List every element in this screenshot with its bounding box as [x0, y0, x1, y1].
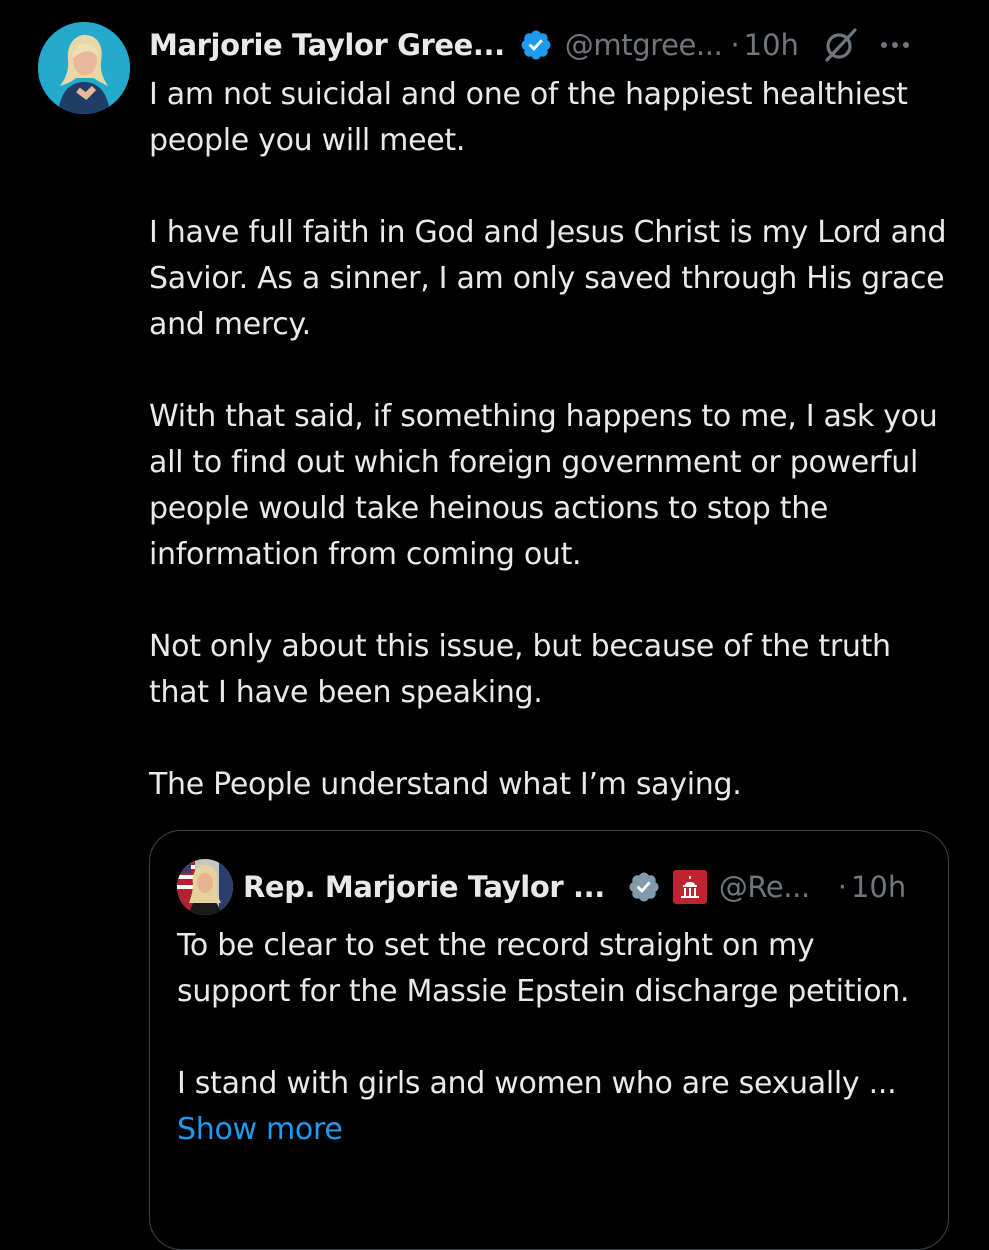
quoted-tweet-paragraph: I stand with girls and women who are sex… [177, 1066, 897, 1101]
quoted-tweet-text: To be clear to set the record straight o… [177, 923, 927, 1153]
tweet-timestamp[interactable]: 10h [744, 28, 799, 62]
tweet-paragraph: I am not suicidal and one of the happies… [149, 77, 908, 158]
show-more-link[interactable]: Show more [177, 1107, 927, 1153]
quoted-author-handle[interactable]: @Re... [719, 870, 810, 904]
quoted-tweet-card[interactable]: Rep. Marjorie Taylor ... @Re... · 10h To… [149, 830, 949, 1250]
tweet[interactable]: Marjorie Taylor Gree... @mtgree... · 10h… [0, 0, 989, 1250]
separator-dot: · [837, 870, 847, 904]
author-display-name[interactable]: Marjorie Taylor Gree... [149, 28, 505, 62]
tweet-header: Marjorie Taylor Gree... @mtgree... · 10h [149, 20, 969, 70]
more-options-icon[interactable] [877, 27, 913, 63]
quoted-author-display-name[interactable]: Rep. Marjorie Taylor ... [243, 870, 605, 904]
author-handle[interactable]: @mtgree... [565, 28, 723, 62]
tweet-paragraph: The People understand what I’m saying. [149, 767, 742, 802]
separator-dot: · [730, 28, 740, 62]
tweet-paragraph: With that said, if something happens to … [149, 399, 938, 572]
quoted-avatar-image [177, 859, 233, 915]
author-avatar[interactable] [38, 22, 130, 114]
quoted-tweet-paragraph: To be clear to set the record straight o… [177, 928, 910, 1009]
avatar-image [38, 22, 130, 114]
quoted-author-avatar[interactable] [177, 859, 233, 915]
tweet-paragraph: Not only about this issue, but because o… [149, 629, 891, 710]
capitol-affiliation-icon[interactable] [672, 870, 707, 904]
quoted-tweet-header: Rep. Marjorie Taylor ... @Re... · 10h [177, 859, 937, 915]
verified-badge-icon[interactable] [627, 870, 661, 904]
tweet-text: I am not suicidal and one of the happies… [149, 72, 959, 854]
grok-icon[interactable] [821, 26, 859, 64]
tweet-paragraph: I have full faith in God and Jesus Chris… [149, 215, 947, 342]
quoted-tweet-timestamp[interactable]: 10h [851, 870, 906, 904]
verified-badge-icon[interactable] [519, 28, 553, 62]
